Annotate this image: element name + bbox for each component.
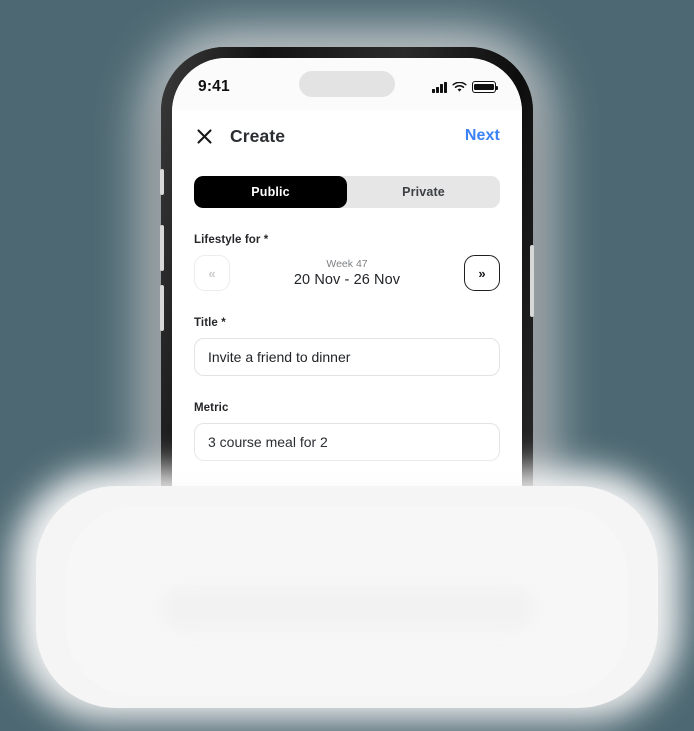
next-week-button[interactable]: » [464, 255, 500, 291]
wifi-icon [452, 81, 467, 93]
power-button[interactable] [530, 245, 534, 317]
mockup-stage: 9:41 Create Next Public Private Lifestyl… [0, 0, 694, 731]
cellular-signal-icon [432, 81, 447, 93]
volume-down-button[interactable] [160, 285, 164, 331]
metric-input[interactable] [194, 423, 500, 461]
title-label: Title * [194, 317, 226, 329]
title-input[interactable] [194, 338, 500, 376]
tab-public[interactable]: Public [194, 176, 347, 208]
week-range-label: 20 Nov - 26 Nov [293, 272, 401, 288]
mute-switch-button[interactable] [160, 169, 164, 195]
foreground-card-sheen [160, 586, 536, 632]
week-picker: « Week 47 20 Nov - 26 Nov » [194, 255, 500, 291]
volume-up-button[interactable] [160, 225, 164, 271]
status-icons [432, 75, 499, 93]
week-number-label: Week 47 [326, 258, 368, 270]
tab-private[interactable]: Private [347, 176, 500, 208]
week-display: Week 47 20 Nov - 26 Nov [238, 258, 456, 288]
metric-field: Metric [194, 402, 500, 461]
next-button[interactable]: Next [465, 127, 500, 145]
lifestyle-for-field: Lifestyle for * « Week 47 20 Nov - 26 No… [194, 234, 500, 291]
previous-week-button[interactable]: « [194, 255, 230, 291]
battery-icon [472, 81, 499, 93]
metric-label: Metric [194, 402, 229, 414]
page-title: Create [230, 125, 286, 146]
dynamic-island [299, 71, 395, 97]
status-time: 9:41 [198, 78, 230, 95]
app-header: Create Next [172, 110, 522, 162]
close-icon[interactable] [194, 126, 214, 146]
visibility-segmented-control[interactable]: Public Private [194, 176, 500, 208]
lifestyle-for-label: Lifestyle for * [194, 234, 269, 246]
title-field: Title * [194, 317, 500, 376]
status-bar: 9:41 [172, 58, 522, 110]
